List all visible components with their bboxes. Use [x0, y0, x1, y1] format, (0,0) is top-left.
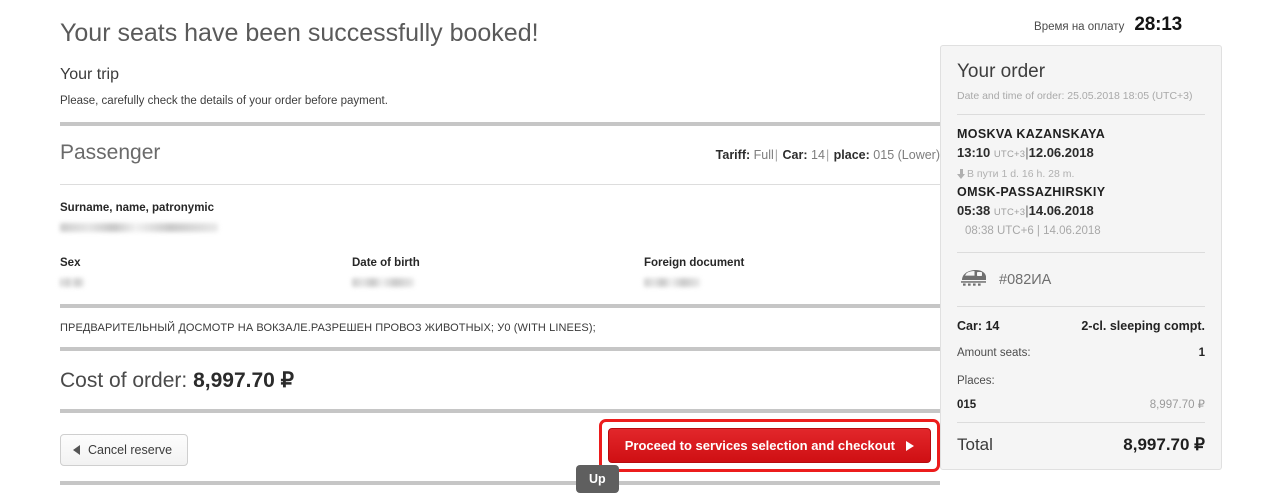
car-type: 2-cl. sleeping compt. — [1081, 319, 1205, 333]
arrival-utc: UTC+3 — [993, 207, 1026, 218]
tariff-value: Full — [753, 148, 774, 162]
sex-field: Sex — [60, 256, 352, 287]
card-divider-3 — [957, 306, 1205, 307]
tariff-label: Tariff: — [715, 148, 751, 162]
tariff-summary: Tariff: Full| Car: 14| place: 015 (Lower… — [716, 148, 940, 162]
scroll-up-button[interactable]: Up — [576, 465, 619, 493]
total-label: Total — [957, 435, 993, 454]
cost-value: 8,997.70 ₽ — [193, 369, 295, 392]
departure-block: MOSKVA KAZANSKAYA 13:10 UTC+3|12.06.2018 — [957, 126, 1205, 163]
departure-time: 13:10 — [957, 145, 991, 160]
footer-divider-area: Up — [60, 465, 940, 493]
payment-timer-value: 28:13 — [1134, 14, 1182, 35]
cancel-reserve-label: Cancel reserve — [88, 443, 173, 457]
payment-timer-label: Время на оплату — [1034, 21, 1125, 33]
booking-confirmation-page: Your seats have been successfully booked… — [0, 0, 1280, 501]
order-datetime: Date and time of order: 25.05.2018 18:05… — [957, 90, 1193, 102]
arrival-block: OMSK-PASSAZHIRSKIY 05:38 UTC+3|14.06.201… — [957, 184, 1205, 239]
departure-utc: UTC+3 — [993, 149, 1026, 160]
cancel-reserve-button[interactable]: Cancel reserve — [60, 434, 189, 466]
card-divider-2 — [957, 252, 1205, 253]
place-value: 015 (Lower) — [873, 148, 940, 162]
proceed-label: Proceed to services selection and checko… — [624, 438, 895, 453]
passenger-fields: Surname, name, patronymic Sex Date of bi… — [60, 165, 940, 287]
tariff-separator-2: | — [825, 148, 830, 162]
place-label: place: — [833, 148, 870, 162]
action-bar: Cancel reserve Proceed to services selec… — [60, 413, 940, 473]
amount-seats-label: Amount seats: — [957, 347, 1031, 359]
arrival-time: 05:38 — [957, 203, 991, 218]
fullname-field: Surname, name, patronymic — [60, 185, 940, 232]
cost-of-order: Cost of order: 8,997.70 ₽ — [60, 351, 940, 394]
total-value: 8,997.70 ₽ — [1123, 435, 1205, 454]
fullname-value-redacted — [60, 223, 218, 232]
place-number: 015 — [957, 399, 977, 411]
order-sidebar: Время на оплату 28:13 Your order Date an… — [940, 0, 1230, 470]
proceed-button-highlight: Proceed to services selection and checko… — [598, 419, 940, 472]
arrival-date: 14.06.2018 — [1028, 203, 1094, 218]
fullname-label: Surname, name, patronymic — [60, 202, 215, 214]
dob-label: Date of birth — [352, 257, 420, 269]
proceed-to-checkout-button[interactable]: Proceed to services selection and checko… — [607, 428, 931, 463]
amount-seats-value: 1 — [1198, 347, 1205, 359]
payment-timer: Время на оплату 28:13 — [940, 0, 1230, 36]
departure-datetime: 13:10 UTC+3|12.06.2018 — [957, 142, 1205, 163]
dob-field: Date of birth — [352, 256, 644, 287]
passenger-heading: Passenger — [60, 141, 161, 164]
passenger-header-row: Passenger Tariff: Full| Car: 14| place: … — [60, 126, 940, 165]
card-divider-1 — [957, 114, 1205, 115]
sex-label: Sex — [60, 257, 81, 269]
trip-note: Please, carefully check the details of y… — [60, 95, 388, 107]
order-summary-card: Your order Date and time of order: 25.05… — [940, 45, 1222, 470]
document-label: Foreign document — [644, 257, 745, 269]
places-label: Places: — [957, 375, 995, 387]
station-notice: ПРЕДВАРИТЕЛЬНЫЙ ДОСМОТР НА ВОКЗАЛЕ.РАЗРЕ… — [60, 322, 596, 334]
place-price: 8,997.70 ₽ — [1149, 399, 1205, 411]
main-content: Your seats have been successfully booked… — [60, 0, 940, 501]
your-trip-heading: Your trip — [60, 66, 119, 83]
amount-seats-row: Amount seats: 1 — [957, 334, 1205, 360]
departure-station: MOSKVA KAZANSKAYA — [957, 127, 1106, 141]
total-row: Total 8,997.70 ₽ — [957, 431, 1205, 456]
arrow-left-icon — [73, 445, 80, 455]
tariff-separator-1: | — [774, 148, 779, 162]
trip-duration: В пути 1 d. 16 h. 28 m. — [957, 163, 1205, 184]
arrival-local-datetime: 08:38 UTC+6 | 14.06.2018 — [965, 225, 1101, 237]
trip-duration-text: В пути 1 d. 16 h. 28 m. — [967, 168, 1075, 180]
divider-bottom — [60, 481, 940, 485]
train-number: #082ИА — [999, 271, 1052, 288]
car-label: Car: — [782, 148, 808, 162]
train-row: #082ИА — [957, 264, 1205, 295]
car-value: 14 — [811, 148, 825, 162]
arrival-station: OMSK-PASSAZHIRSKIY — [957, 185, 1106, 199]
train-icon — [959, 267, 987, 292]
cost-label: Cost of order: — [60, 369, 188, 392]
card-divider-4 — [957, 422, 1205, 423]
place-row: 015 8,997.70 ₽ — [957, 388, 1205, 411]
dob-value-redacted — [352, 278, 414, 287]
document-field: Foreign document — [644, 256, 936, 287]
departure-date: 12.06.2018 — [1028, 145, 1094, 160]
sex-value-redacted — [60, 278, 84, 287]
arrow-down-icon — [957, 168, 966, 180]
page-title: Your seats have been successfully booked… — [60, 19, 539, 47]
order-title: Your order — [957, 61, 1046, 82]
arrival-datetime: 05:38 UTC+3|14.06.2018 — [957, 200, 1205, 221]
car-row: Car: 14 2-cl. sleeping compt. — [957, 318, 1205, 334]
passenger-detail-columns: Sex Date of birth Foreign document — [60, 232, 940, 287]
car-number: Car: 14 — [957, 319, 1000, 333]
document-value-redacted — [644, 278, 700, 287]
arrow-right-icon — [906, 440, 914, 451]
